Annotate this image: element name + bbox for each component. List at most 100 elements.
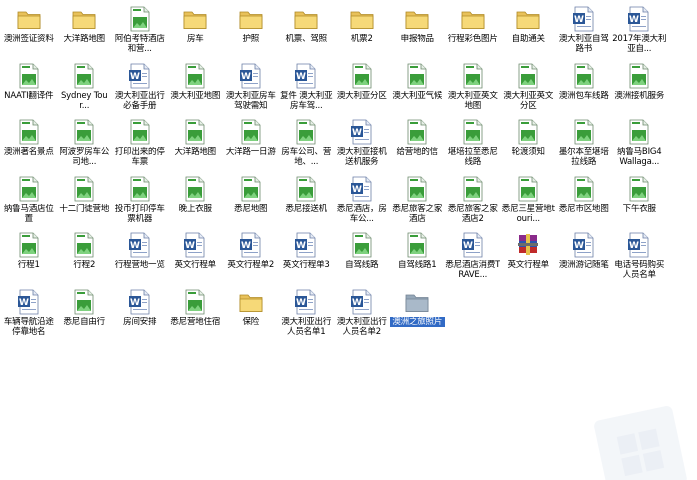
desktop-item[interactable]: 保险 [223,283,279,339]
desktop-item[interactable]: 行程彩色图片 [445,0,501,56]
desktop-item[interactable]: W 澳大利亚出行人员名单2 [334,283,390,339]
image-icon [294,119,318,145]
desktop-item[interactable]: 申报物品 [390,0,446,56]
svg-text:W: W [352,298,362,308]
desktop-item[interactable]: 大洋路地图 [57,0,113,56]
desktop-item[interactable]: 十二门徒营地 [57,170,113,226]
desktop-item[interactable]: 澳洲著名景点 [1,113,57,169]
desktop-item[interactable]: 给营地的信 [390,113,446,169]
desktop-item[interactable]: 晚上衣服 [168,170,224,226]
desktop-item[interactable]: 房车 [168,0,224,56]
desktop-item[interactable]: 悉尼三星营地touri... [501,170,557,226]
folder-icon [183,6,207,32]
desktop-item[interactable]: 自驾线路1 [390,226,446,282]
desktop-item[interactable]: 悉尼地图 [223,170,279,226]
desktop-item[interactable]: 英文行程单 [501,226,557,282]
desktop-item[interactable]: 澳洲包车线路 [556,57,612,113]
desktop-item[interactable]: NAATI翻译件 [1,57,57,113]
desktop-item-label: 2017年澳大利亚自... [612,34,667,54]
desktop-item[interactable]: W 英文行程单3 [279,226,335,282]
desktop-item-label: 打印出来的停车票 [114,147,165,167]
desktop-item-label: 悉尼营地住宿 [170,316,221,327]
desktop-item[interactable]: W 英文行程单2 [223,226,279,282]
desktop-item-label: 英文行程单 [174,260,216,270]
svg-text:W: W [19,298,29,308]
desktop-item[interactable]: 澳大利亚气候 [390,57,446,113]
desktop-item[interactable]: W 悉尼酒店消费TRAVE... [445,226,501,282]
desktop-item[interactable]: 行程2 [57,226,113,282]
desktop-item[interactable]: W 2017年澳大利亚自... [612,0,668,56]
desktop-item[interactable]: W 悉尼酒店，房车公... [334,170,390,226]
desktop-item[interactable]: 悉尼旅客之家酒店2 [445,170,501,226]
desktop-item[interactable]: 悉尼接送机 [279,170,335,226]
desktop-item[interactable]: 悉尼自由行 [57,283,113,339]
svg-text:W: W [574,15,584,25]
desktop-item[interactable]: 澳大利亚英文分区 [501,57,557,113]
desktop-item[interactable]: W 车辆导航沿途停靠地名 [1,283,57,339]
desktop-item-label: 悉尼旅客之家酒店2 [447,203,498,224]
desktop-item-label: 悉尼旅客之家酒店 [392,203,443,224]
desktop-item[interactable]: 轮渡须知 [501,113,557,169]
folder-icon [239,6,263,32]
desktop-item[interactable]: 阿波罗房车公司地... [57,113,113,169]
desktop-item[interactable]: 澳洲之旅照片 [389,283,446,339]
doc-icon: W [294,63,318,89]
desktop-item[interactable]: 澳大利亚地图 [168,57,224,113]
desktop-item[interactable]: 自助通关 [501,0,557,56]
desktop-item[interactable]: 机票、驾照 [279,0,335,56]
doc-icon: W [572,232,596,258]
desktop-item[interactable]: 阿伯考特酒店和营... [112,0,168,56]
desktop-item[interactable]: 大洋路地图 [168,113,224,169]
desktop-item[interactable]: 自驾线路 [334,226,390,282]
image-icon [72,63,96,89]
image-icon [572,119,596,145]
image-icon [461,119,485,145]
desktop-item[interactable]: 澳洲签证资料 [1,0,57,56]
desktop-item[interactable]: W 电话号码购买人员名单 [612,226,668,282]
desktop-item[interactable]: 纳鲁马BIG4 Wallaga... [612,113,668,169]
svg-text:W: W [352,128,362,138]
image-icon [17,176,41,202]
desktop-item[interactable]: 房车公司、营地、... [279,113,335,169]
desktop-item[interactable]: W 澳大利亚出行人员名单1 [279,283,335,339]
svg-text:W: W [574,241,584,251]
desktop-item[interactable]: W 澳洲游记随笔 [556,226,612,282]
folder-icon [405,6,429,32]
desktop-item[interactable]: 护照 [223,0,279,56]
desktop-item[interactable]: W 澳大利亚房车驾驶需知 [223,57,279,113]
desktop-item[interactable]: 打印出来的停车票 [112,113,168,169]
desktop-item[interactable]: 墨尔本至堪培拉线路 [556,113,612,169]
image-icon [350,232,374,258]
desktop-item[interactable]: 大洋路一日游 [223,113,279,169]
desktop-item[interactable]: W 行程营地一览 [112,226,168,282]
desktop-item[interactable]: W 澳大利亚接机送机服务 [334,113,390,169]
desktop-item[interactable]: 悉尼营地住宿 [168,283,224,339]
desktop-item-label: 悉尼自由行 [63,316,105,327]
image-icon [183,289,207,315]
desktop-item[interactable]: 悉尼市区地图 [556,170,612,226]
desktop-item[interactable]: 悉尼旅客之家酒店 [390,170,446,226]
image-icon [627,63,651,89]
desktop-item[interactable]: W 英文行程单 [168,226,224,282]
desktop-item[interactable]: 堪培拉至悉尼线路 [445,113,501,169]
desktop-item[interactable]: W 复件 澳大利亚房车驾... [279,57,335,113]
desktop-item-label: 澳大利亚出行人员名单2 [336,316,387,337]
desktop-item[interactable]: 机票2 [334,0,390,56]
doc-icon: W [128,232,152,258]
desktop-item[interactable]: Sydney Tour... [57,57,113,113]
svg-text:W: W [352,185,362,195]
desktop-item[interactable]: 行程1 [1,226,57,282]
desktop-item[interactable]: W 澳大利亚自驾路书 [556,0,612,56]
desktop-item[interactable]: 澳洲接机服务 [612,57,668,113]
desktop-item[interactable]: 投币打印停车票机器 [112,170,168,226]
desktop-item-label: 澳洲著名景点 [3,147,54,157]
desktop-item-label: 纳鲁马酒店位置 [3,203,54,224]
desktop-item[interactable]: W 澳大利亚出行必备手册 [112,57,168,113]
svg-text:W: W [130,72,140,82]
desktop-item[interactable]: 纳鲁马酒店位置 [1,170,57,226]
image-icon [572,176,596,202]
desktop-item[interactable]: 澳大利亚分区 [334,57,390,113]
desktop-item[interactable]: 澳大利亚英文地图 [445,57,501,113]
desktop-item[interactable]: 下午衣服 [612,170,668,226]
desktop-item[interactable]: W 房间安排 [112,283,168,339]
